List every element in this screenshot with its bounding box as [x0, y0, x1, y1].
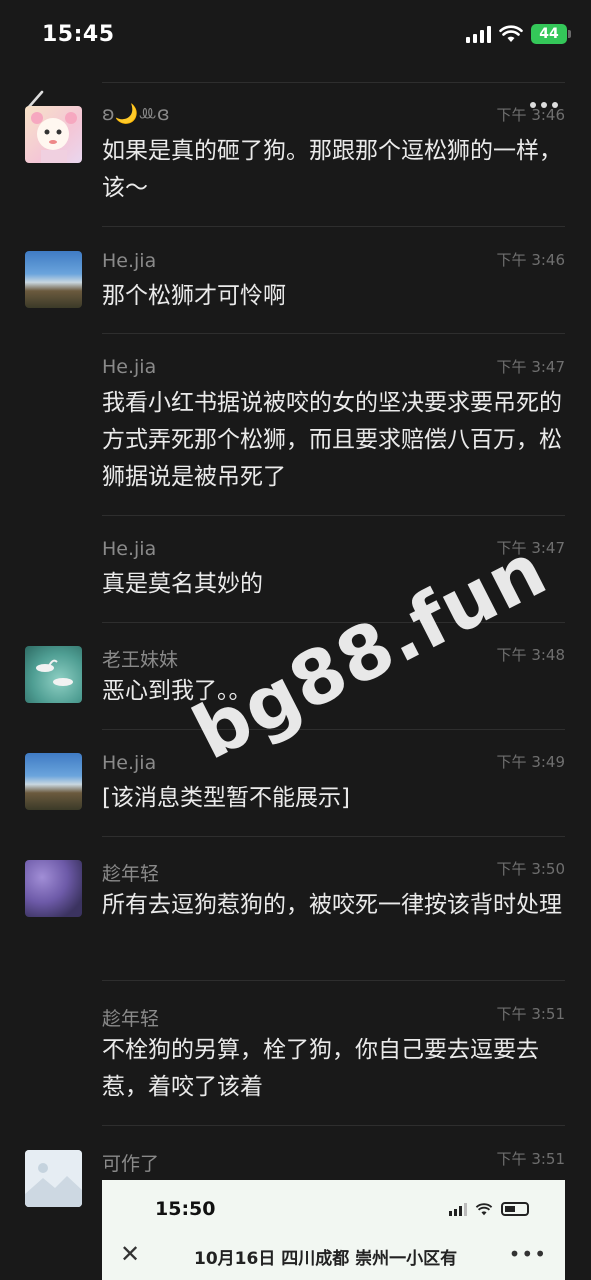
- cartoon-girl-avatar[interactable]: [25, 106, 82, 163]
- image-placeholder-avatar[interactable]: [25, 1150, 82, 1207]
- more-options-icon: •••: [508, 1242, 547, 1266]
- message-text: 所有去逗狗惹狗的，被咬死一律按该背时处理: [102, 892, 562, 918]
- embedded-status-icons: [449, 1202, 529, 1216]
- wifi-icon: [475, 1202, 493, 1215]
- flower-painting-avatar[interactable]: [25, 860, 82, 917]
- battery-icon: [501, 1202, 529, 1216]
- image-message[interactable]: 15:50 ✕ 10月16日 四川成都 崇州一小区有 •••: [102, 1180, 565, 1280]
- message-text: 那个松狮才可怜啊: [102, 283, 286, 309]
- sender-name: 可作了: [102, 1153, 160, 1175]
- status-icons: 44: [466, 24, 571, 44]
- message-time: 下午 3:51: [496, 1005, 565, 1023]
- seaside-town-avatar[interactable]: [25, 753, 82, 810]
- message-text: [该消息类型暂不能展示]: [102, 785, 350, 811]
- sender-name: ʚ🌙ꔛɞ: [102, 103, 170, 125]
- status-bar: 15:45 44: [0, 0, 591, 72]
- message-time: 下午 3:47: [496, 358, 565, 376]
- divider: [102, 82, 565, 83]
- signal-icon: [449, 1202, 467, 1216]
- sender-name: He.jia: [102, 752, 157, 774]
- divider: [102, 333, 565, 334]
- sender-name: 趁年轻: [102, 863, 160, 885]
- embedded-time: 15:50: [155, 1198, 216, 1220]
- message-text: 我看小红书据说被咬的女的坚决要求要吊死的方式弄死那个松狮，而且要求赔偿八百万，松…: [102, 390, 562, 490]
- sender-name: 老王妹妹: [102, 649, 179, 671]
- message-time: 下午 3:51: [496, 1150, 565, 1168]
- status-time: 15:45: [42, 22, 115, 47]
- sender-name: He.jia: [102, 356, 157, 378]
- message-text: 不栓狗的另算，栓了狗，你自己要去逗要去惹，着咬了该着: [102, 1037, 539, 1100]
- message-text: 如果是真的砸了狗。那跟那个逗松狮的一样，该～: [102, 138, 562, 201]
- message-time: 下午 3:49: [496, 753, 565, 771]
- embedded-title: 10月16日 四川成都 崇州一小区有: [194, 1249, 458, 1269]
- divider: [102, 980, 565, 981]
- divider: [102, 226, 565, 227]
- divider: [102, 729, 565, 730]
- message-time: 下午 3:46: [496, 251, 565, 269]
- message-time: 下午 3:48: [496, 646, 565, 664]
- swans-avatar[interactable]: [25, 646, 82, 703]
- divider: [102, 836, 565, 837]
- signal-icon: [466, 25, 491, 43]
- wifi-icon: [499, 25, 523, 42]
- sender-name: He.jia: [102, 538, 157, 560]
- seaside-town-avatar[interactable]: [25, 251, 82, 308]
- message-time: 下午 3:50: [496, 860, 565, 878]
- sender-name: He.jia: [102, 250, 157, 272]
- divider: [102, 1125, 565, 1126]
- battery-icon: 44: [531, 24, 571, 44]
- sender-name: 趁年轻: [102, 1008, 160, 1030]
- close-icon: ✕: [120, 1240, 141, 1268]
- message-time: 下午 3:46: [496, 106, 565, 124]
- divider: [102, 515, 565, 516]
